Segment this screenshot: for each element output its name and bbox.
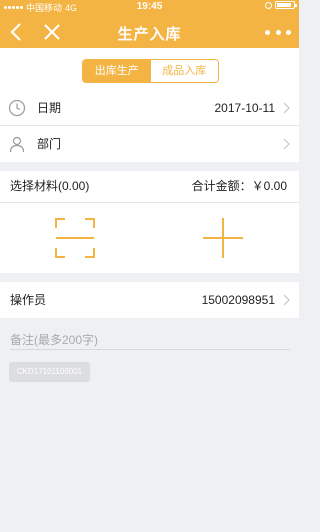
operator-label: 操作员 [10, 293, 47, 307]
close-icon[interactable] [42, 21, 62, 43]
material-title: 选择材料(0.00) [10, 179, 90, 193]
total-amount: 合计金额：￥0.00 [191, 179, 287, 193]
document-code-badge: CKD17101100001 [9, 362, 90, 382]
segment-tabs: 出库生产 成品入库 [82, 59, 219, 83]
chevron-right-icon [283, 138, 290, 150]
alarm-icon [265, 1, 272, 9]
material-actions [0, 203, 299, 273]
chevron-right-icon [283, 294, 290, 306]
status-time: 19:45 [136, 1, 163, 12]
back-icon[interactable] [6, 20, 28, 44]
remark-input[interactable]: 备注(最多200字) [10, 331, 98, 348]
tab-finished-inbound[interactable]: 成品入库 [150, 60, 218, 82]
date-row[interactable]: 日期 2017-10-11 [0, 90, 299, 126]
chevron-right-icon [283, 102, 290, 114]
operator-row[interactable]: 操作员 15002098951 [0, 282, 299, 318]
person-icon [9, 136, 25, 153]
date-value: 2017-10-11 [214, 101, 276, 115]
status-bar: 中国移动 4G 19:45 [0, 0, 299, 14]
plus-icon[interactable] [202, 217, 244, 259]
remark-underline [10, 349, 290, 350]
scan-icon[interactable] [54, 217, 96, 259]
clock-icon [8, 99, 26, 117]
material-header: 选择材料(0.00) 合计金额：￥0.00 [0, 171, 299, 203]
more-icon[interactable] [265, 24, 291, 40]
operator-value: 15002098951 [201, 293, 275, 307]
department-label: 部门 [37, 137, 62, 151]
tab-outbound-production[interactable]: 出库生产 [83, 60, 151, 82]
tabs-area: 出库生产 成品入库 [0, 48, 299, 90]
header: 中国移动 4G 19:45 生产入库 [0, 0, 299, 48]
date-label: 日期 [37, 101, 62, 115]
nav-bar: 生产入库 [0, 16, 299, 48]
battery-icon [275, 1, 297, 9]
department-row[interactable]: 部门 [0, 126, 299, 162]
